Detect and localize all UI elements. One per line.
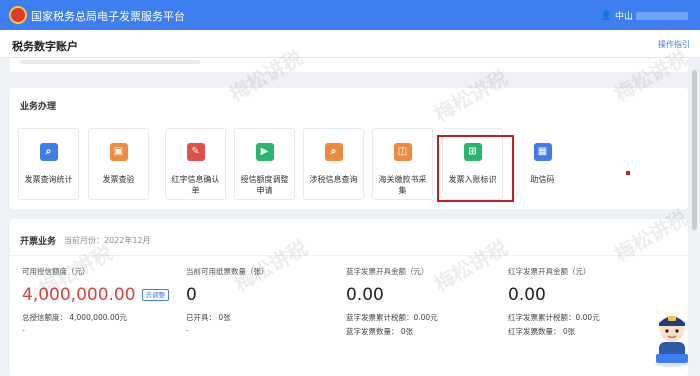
credit-value: 4,000,000.00 [22,285,136,305]
business-title: 业务办理 [20,102,57,112]
blue-value: 0.00 [346,285,384,305]
invoice-verify-icon: ▣ [109,143,128,161]
tile-tax-info-query[interactable]: ⌕ 涉税信息查询 [303,128,364,200]
adjust-button[interactable]: 去调整 [141,289,170,301]
credit-column: 可用授信额度（元） 4,000,000.00 去调整 总授信额度： 4,000,0… [22,266,170,335]
red-label: 红字发票开具金额（元） [508,267,591,276]
page-header: 税务数字账户 操作指引 [0,30,700,58]
tile-qr-code[interactable]: ▦ 助信码 [512,128,573,200]
tile-label: 红字信息确认单 [171,175,220,195]
tile-red-letter-confirm[interactable]: ✎ 红字信息确认单 [165,128,226,200]
tile-label: 涉税信息查询 [309,175,358,184]
credit-label: 可用授信额度（元） [22,267,90,276]
divider [10,255,688,256]
collapsed-section-strip [10,58,688,72]
blue-tax: 蓝字发票累计税额：0.00元 [346,313,438,322]
user-name: 中山 [614,12,633,22]
invoicing-title: 开票业务 [20,237,57,247]
red-count: 红字发票数量： 0张 [508,327,576,336]
tax-info-query-icon: ⌕ [324,143,343,161]
tile-customs-collect[interactable]: ◫ 海关缴款书采集 [372,128,433,200]
tile-label: 助信码 [530,175,555,184]
tax-emblem-logo [9,6,27,24]
mascot-avatar [655,316,689,367]
red-marker [626,171,630,175]
paper-column: 当前可用纸票数量（张） 0 已开具： 0张 - [186,266,269,335]
red-column: 红字发票开具金额（元） 0.00 红字发票累计税额：0.00元 红字发票数量： … [508,266,600,336]
invoice-stats-icon: ⌕ [39,143,58,161]
platform-title: 国家税务总局电子发票服务平台 [31,10,185,23]
tile-label: 授信额度调整申请 [240,175,289,195]
tile-credit-adjust[interactable]: ▶ 授信额度调整申请 [234,128,295,200]
red-value: 0.00 [508,285,546,305]
qr-code-icon: ▦ [533,143,552,161]
customs-collect-icon: ◫ [393,143,412,161]
tile-label: 发票查验 [102,175,135,184]
paper-value: 0 [186,285,197,305]
paper-dash: - [186,326,189,335]
tile-invoice-verify[interactable]: ▣ 发票查验 [88,128,149,200]
tile-label: 海关缴款书采集 [378,175,427,195]
scrollbar[interactable] [692,70,697,230]
tile-invoice-stats[interactable]: ⌕ 发票查询统计 [18,128,79,200]
tile-label: 发票查询统计 [24,175,73,184]
red-tax: 红字发票累计税额：0.00元 [508,313,600,322]
blue-column: 蓝字发票开具金额（元） 0.00 蓝字发票累计税额：0.00元 蓝字发票数量： … [346,266,438,336]
total-credit: 总授信额度： 4,000,000.00元 [22,313,127,322]
user-icon: 👤 [600,10,612,21]
issued-count: 已开具： 0张 [186,313,231,322]
credit-adjust-icon: ▶ [255,143,274,161]
blue-count: 蓝字发票数量： 0张 [346,327,414,336]
user-menu[interactable]: 👤 中山 [601,9,688,22]
guide-link[interactable]: 操作指引 [658,39,690,50]
credit-value-row: 4,000,000.00 去调整 [22,285,170,305]
red-letter-confirm-icon: ✎ [186,143,205,161]
paper-label: 当前可用纸票数量（张） [186,267,269,276]
redacted-name-mask [636,11,688,20]
credit-dash: - [22,326,25,335]
top-bar: 国家税务总局电子发票服务平台 👤 中山 [0,0,700,30]
highlight-box [437,135,514,202]
page-title: 税务数字账户 [12,40,78,53]
current-month: 当前月份：2022年12月 [64,236,151,245]
blue-label: 蓝字发票开具金额（元） [346,267,429,276]
